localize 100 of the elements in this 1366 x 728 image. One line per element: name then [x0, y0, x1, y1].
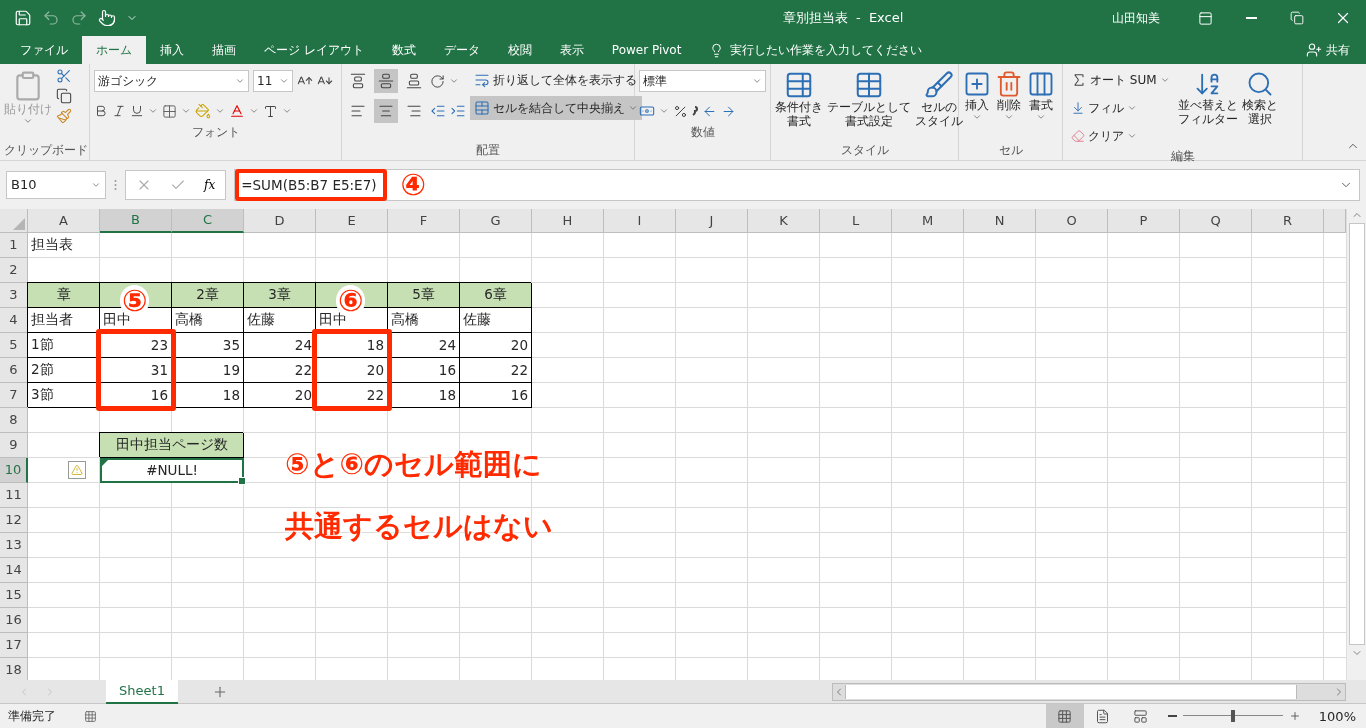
row-header[interactable]: 11	[0, 482, 28, 508]
undo-icon[interactable]	[42, 9, 60, 27]
row-header[interactable]: 9	[0, 432, 28, 458]
row-header[interactable]: 16	[0, 607, 28, 633]
ribbon-tab[interactable]: Power Pivot	[597, 36, 696, 64]
fill-button[interactable]: フィル	[1067, 96, 1174, 120]
redo-icon[interactable]	[70, 9, 88, 27]
font-color-icon[interactable]	[229, 103, 245, 119]
tell-me-field[interactable]: 実行したい作業を入力してください	[728, 42, 963, 58]
row-header[interactable]: 18	[0, 657, 28, 680]
copy-icon[interactable]	[56, 88, 72, 104]
row-header[interactable]: 5	[0, 332, 28, 358]
insert-button[interactable]: 挿入	[963, 68, 991, 142]
formula-text[interactable]: =SUM(B5:B7 E5:E7)	[235, 168, 387, 201]
column-header[interactable]: M	[892, 208, 964, 233]
ribbon-tab[interactable]: データ	[429, 36, 494, 64]
ribbon-tab[interactable]: 挿入	[146, 36, 198, 64]
clear-button[interactable]: クリア	[1067, 124, 1174, 148]
column-header[interactable]: A	[28, 208, 100, 233]
autosum-button[interactable]: オート SUM	[1067, 68, 1174, 92]
column-header[interactable]: F	[388, 208, 460, 233]
phonetic-icon[interactable]	[263, 103, 278, 119]
underline-icon[interactable]	[130, 104, 144, 118]
scrollbar-thumb[interactable]	[845, 684, 1297, 699]
ribbon-tab[interactable]: 描画	[198, 36, 250, 64]
row-header[interactable]: 6	[0, 357, 28, 383]
ribbon-tab[interactable]: 表示	[545, 36, 598, 64]
row-header[interactable]: 17	[0, 632, 28, 658]
wrap-text-button[interactable]: 折り返して全体を表示する	[470, 68, 642, 92]
column-header[interactable]: N	[964, 208, 1036, 233]
italic-icon[interactable]	[112, 104, 126, 118]
orientation-icon[interactable]	[430, 73, 445, 89]
row-header[interactable]: 8	[0, 407, 28, 433]
font-size-field[interactable]: 11	[253, 70, 293, 92]
row-header[interactable]: 13	[0, 532, 28, 558]
name-box[interactable]: B10	[6, 170, 106, 199]
column-header[interactable]: L	[820, 208, 892, 233]
column-header[interactable]: R	[1252, 208, 1324, 233]
ribbon-tab[interactable]: 校閲	[493, 36, 546, 64]
increase-decimal-icon[interactable]	[702, 103, 717, 119]
number-format-field[interactable]: 標準	[639, 70, 766, 92]
column-header[interactable]: C	[172, 208, 244, 233]
cut-icon[interactable]	[56, 68, 72, 84]
format-button[interactable]: 書式	[1027, 68, 1055, 142]
share-button[interactable]: 共有	[1300, 36, 1356, 64]
row-header[interactable]: 4	[0, 307, 28, 333]
minimize-icon[interactable]	[1245, 17, 1257, 19]
column-header[interactable]: O	[1036, 208, 1108, 233]
font-name-field[interactable]: 游ゴシック	[94, 70, 249, 92]
align-center-button[interactable]	[374, 99, 398, 123]
column-header[interactable]: G	[460, 208, 532, 233]
find-select-button[interactable]: 検索と 選択	[1241, 68, 1278, 148]
borders-icon[interactable]	[162, 103, 177, 119]
column-header[interactable]: J	[676, 208, 748, 233]
percent-icon[interactable]	[673, 103, 688, 119]
merge-center-button[interactable]: セルを結合して中央揃え	[470, 96, 642, 120]
row-header[interactable]: 14	[0, 557, 28, 583]
row-header[interactable]: 12	[0, 507, 28, 533]
save-icon[interactable]	[14, 9, 32, 27]
column-header[interactable]: K	[748, 208, 820, 233]
ribbon-tab[interactable]: ホーム	[82, 36, 146, 64]
touch-mode-icon[interactable]	[98, 9, 116, 27]
decrease-indent-icon[interactable]	[430, 103, 446, 119]
delete-button[interactable]: 削除	[995, 68, 1023, 142]
align-middle-button[interactable]	[374, 69, 398, 93]
scrollbar-thumb[interactable]	[1348, 222, 1365, 645]
column-header[interactable]: H	[532, 208, 604, 233]
ribbon-tab[interactable]: 数式	[377, 36, 430, 64]
fill-color-icon[interactable]	[195, 103, 211, 119]
sort-filter-button[interactable]: 並べ替えと フィルター	[1177, 68, 1238, 148]
row-header[interactable]: 15	[0, 582, 28, 608]
row-header[interactable]: 7	[0, 382, 28, 408]
row-header[interactable]: 2	[0, 257, 28, 283]
column-header[interactable]: B	[100, 208, 172, 233]
format-as-table-button[interactable]: テーブルとして 書式設定	[827, 68, 911, 142]
error-warning-button[interactable]	[68, 461, 86, 480]
row-header[interactable]: 10	[0, 457, 28, 483]
column-header[interactable]: I	[604, 208, 676, 233]
macro-record-icon[interactable]	[84, 709, 97, 723]
column-header[interactable]: P	[1108, 208, 1180, 233]
row-header[interactable]: 1	[0, 232, 28, 258]
bold-icon[interactable]	[94, 104, 108, 118]
zoom-in-icon[interactable]	[1288, 710, 1301, 722]
currency-icon[interactable]	[639, 103, 655, 119]
row-header[interactable]: 3	[0, 282, 28, 308]
column-header[interactable]: D	[244, 208, 316, 233]
insert-function-button[interactable]: fx	[204, 177, 216, 192]
ribbon-tab[interactable]: ページ レイアウト	[250, 36, 378, 64]
cell-styles-button[interactable]: セルの スタイル	[915, 68, 963, 142]
normal-view-button[interactable]	[1045, 704, 1084, 728]
comma-style-icon[interactable]	[692, 106, 698, 116]
zoom-thumb[interactable]	[1230, 710, 1235, 722]
decrease-decimal-icon[interactable]	[721, 103, 736, 119]
conditional-formatting-button[interactable]: 条件付き 書式	[775, 68, 823, 142]
column-header[interactable]: Q	[1180, 208, 1252, 233]
ribbon-tab[interactable]: ファイル	[6, 36, 82, 64]
sheet-tab[interactable]: Sheet1	[106, 679, 178, 704]
increase-indent-icon[interactable]	[450, 103, 466, 119]
fill-handle[interactable]	[238, 476, 246, 485]
column-header[interactable]: E	[316, 208, 388, 233]
